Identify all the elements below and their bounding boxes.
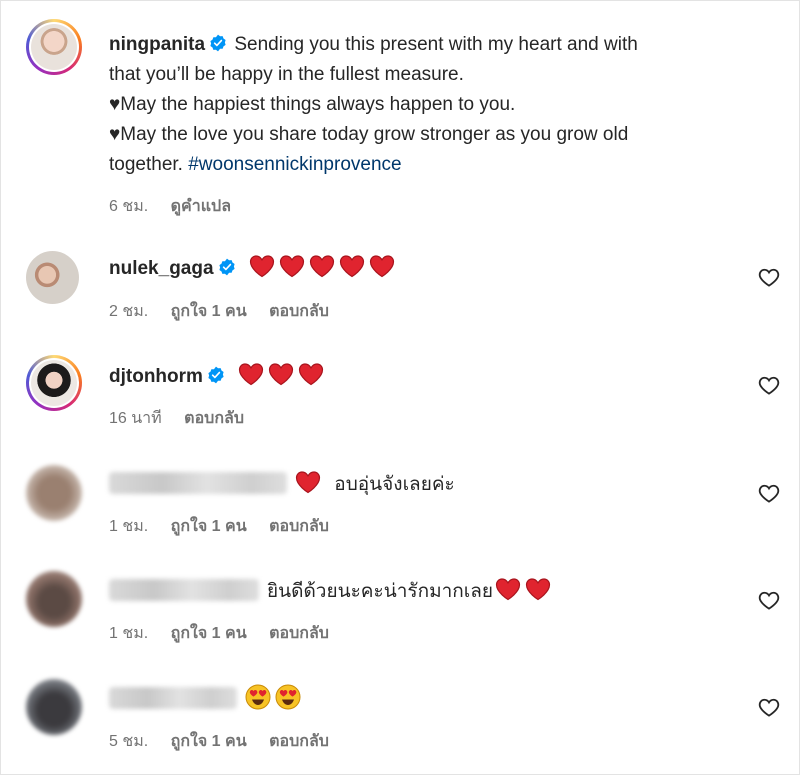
comment-meta: 5 ชม. ถูกใจ 1 คน ตอบกลับ bbox=[109, 729, 347, 754]
red-heart-emoji bbox=[339, 255, 364, 278]
verified-badge-icon bbox=[208, 366, 224, 384]
comment-meta: 16 นาที ตอบกลับ bbox=[109, 406, 262, 431]
red-heart-emoji bbox=[495, 578, 521, 601]
hashtag-link[interactable]: #woonsennickinprovence bbox=[188, 154, 401, 175]
red-heart-emoji bbox=[249, 255, 274, 278]
avatar[interactable] bbox=[26, 251, 79, 304]
comment-body: ningpanita Sending you this present with… bbox=[109, 30, 749, 180]
heart-reactions bbox=[249, 255, 399, 279]
timestamp[interactable]: 6 ชม. bbox=[109, 198, 148, 215]
timestamp[interactable]: 2 ชม. bbox=[109, 303, 148, 320]
heart-reactions bbox=[238, 363, 328, 387]
like-heart-icon[interactable] bbox=[758, 483, 780, 503]
heart-eyes-reactions bbox=[245, 684, 305, 710]
like-heart-icon[interactable] bbox=[758, 590, 780, 610]
avatar[interactable] bbox=[26, 571, 82, 627]
verified-badge-icon bbox=[210, 34, 226, 52]
red-heart-emoji bbox=[299, 363, 324, 386]
avatar[interactable] bbox=[26, 19, 82, 75]
red-heart-emoji bbox=[525, 578, 551, 601]
reply-button[interactable]: ตอบกลับ bbox=[269, 733, 329, 750]
verified-badge-icon bbox=[218, 258, 235, 276]
timestamp[interactable]: 1 ชม. bbox=[109, 518, 148, 535]
comment-text: ยินดีด้วยนะคะน่ารักมากเลย bbox=[267, 581, 494, 602]
see-translation-button[interactable]: ดูคำแปล bbox=[171, 198, 231, 215]
comment-body bbox=[109, 684, 749, 715]
avatar[interactable] bbox=[26, 465, 82, 521]
comments-panel: ningpanita Sending you this present with… bbox=[0, 0, 800, 775]
like-heart-icon[interactable] bbox=[758, 267, 780, 287]
comment-body: nulek_gaga bbox=[109, 254, 749, 284]
reply-button[interactable]: ตอบกลับ bbox=[269, 303, 329, 320]
comment-text-line: ♥May the love you share today grow stron… bbox=[109, 124, 629, 145]
blurred-username[interactable] bbox=[109, 579, 259, 601]
reply-button[interactable]: ตอบกลับ bbox=[184, 410, 244, 427]
red-heart-emoji bbox=[369, 255, 394, 278]
heart-reactions bbox=[495, 578, 555, 602]
red-heart-emoji bbox=[295, 471, 321, 494]
reply-button[interactable]: ตอบกลับ bbox=[269, 625, 329, 642]
like-heart-icon[interactable] bbox=[758, 375, 780, 395]
likes-count[interactable]: ถูกใจ 1 คน bbox=[171, 518, 247, 535]
timestamp[interactable]: 1 ชม. bbox=[109, 625, 148, 642]
red-heart-emoji bbox=[279, 255, 304, 278]
comment-body: อบอุ่นจังเลยค่ะ bbox=[109, 470, 749, 500]
heart-eyes-emoji bbox=[275, 684, 301, 710]
reply-button[interactable]: ตอบกลับ bbox=[269, 518, 329, 535]
heart-eyes-emoji bbox=[245, 684, 271, 710]
comment-meta: 1 ชม. ถูกใจ 1 คน ตอบกลับ bbox=[109, 621, 347, 646]
comment-body: djtonhorm bbox=[109, 362, 749, 392]
likes-count[interactable]: ถูกใจ 1 คน bbox=[171, 733, 247, 750]
comment-body: ยินดีด้วยนะคะน่ารักมากเลย bbox=[109, 577, 749, 607]
comment-text-line: together. bbox=[109, 154, 183, 175]
comment-meta: 1 ชม. ถูกใจ 1 คน ตอบกลับ bbox=[109, 514, 347, 539]
timestamp[interactable]: 5 ชม. bbox=[109, 733, 148, 750]
red-heart-emoji bbox=[309, 255, 334, 278]
username[interactable]: nulek_gaga bbox=[109, 258, 214, 279]
blurred-username[interactable] bbox=[109, 472, 287, 494]
username[interactable]: djtonhorm bbox=[109, 366, 203, 387]
timestamp[interactable]: 16 นาที bbox=[109, 410, 162, 427]
comment-meta: 6 ชม. ดูคำแปล bbox=[109, 194, 249, 219]
likes-count[interactable]: ถูกใจ 1 คน bbox=[171, 625, 247, 642]
comment-text-line: that you’ll be happy in the fullest meas… bbox=[109, 64, 464, 85]
red-heart-emoji bbox=[269, 363, 294, 386]
username[interactable]: ningpanita bbox=[109, 34, 205, 55]
avatar[interactable] bbox=[26, 355, 82, 411]
avatar[interactable] bbox=[26, 679, 82, 735]
like-heart-icon[interactable] bbox=[758, 697, 780, 717]
comment-meta: 2 ชม. ถูกใจ 1 คน ตอบกลับ bbox=[109, 299, 347, 324]
blurred-username[interactable] bbox=[109, 687, 237, 709]
red-heart-emoji bbox=[239, 363, 264, 386]
likes-count[interactable]: ถูกใจ 1 คน bbox=[171, 303, 247, 320]
comment-text: อบอุ่นจังเลยค่ะ bbox=[334, 474, 455, 495]
comment-text-line: Sending you this present with my heart a… bbox=[234, 34, 638, 55]
comment-text-line: ♥May the happiest things always happen t… bbox=[109, 94, 516, 115]
